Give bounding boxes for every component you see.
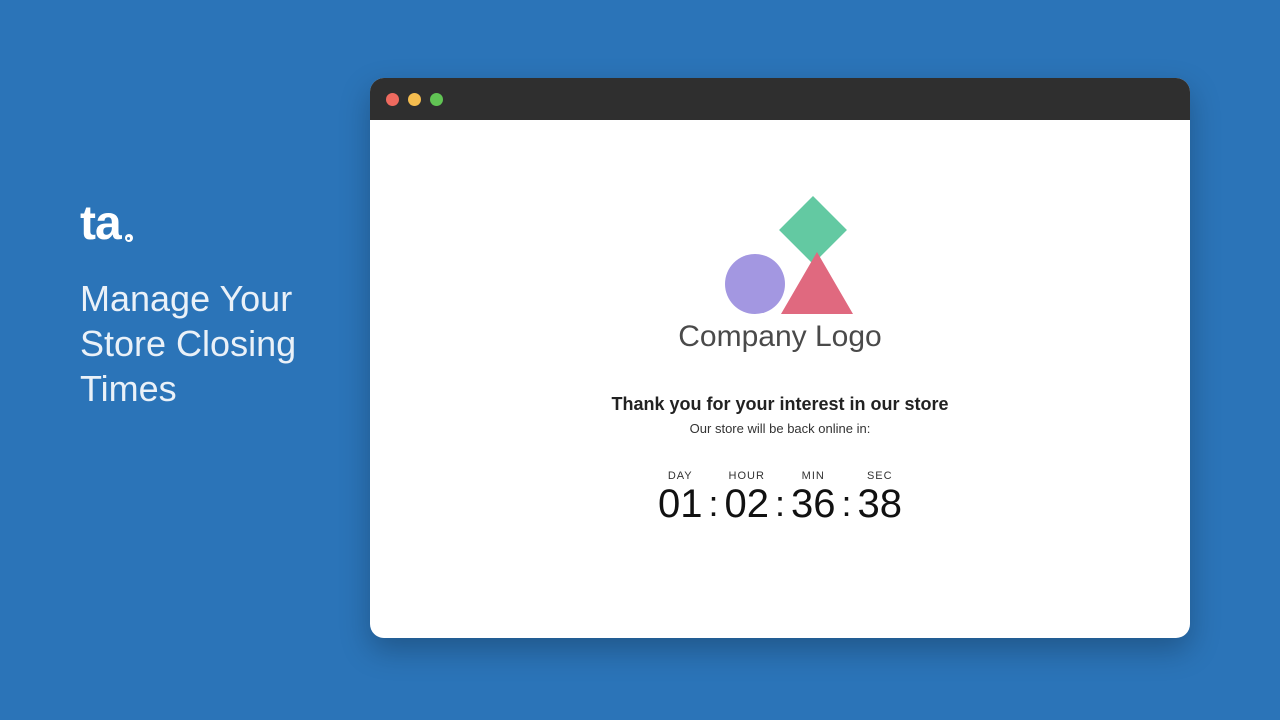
countdown-hour-label: HOUR <box>729 470 765 482</box>
window-minimize-icon[interactable] <box>408 93 421 106</box>
countdown-day: DAY 01 <box>658 470 703 524</box>
countdown-sec-label: SEC <box>867 470 893 482</box>
countdown-day-label: DAY <box>668 470 693 482</box>
subline-text: Our store will be back online in: <box>690 421 871 436</box>
logo-circle-icon <box>725 254 785 314</box>
countdown-timer: DAY 01 : HOUR 02 : MIN 36 : SEC 38 <box>658 470 902 524</box>
countdown-separator: : <box>842 486 852 524</box>
countdown-sec-value: 38 <box>858 484 903 524</box>
brand-text: ta <box>80 200 121 248</box>
browser-window: Company Logo Thank you for your interest… <box>370 78 1190 638</box>
brand-mark: ta <box>80 200 340 248</box>
window-titlebar <box>370 78 1190 120</box>
brand-dot-icon <box>125 234 133 242</box>
countdown-day-value: 01 <box>658 484 703 524</box>
tagline-text: Manage Your Store Closing Times <box>80 276 340 411</box>
countdown-min-label: MIN <box>802 470 825 482</box>
countdown-sec: SEC 38 <box>858 470 903 524</box>
page-content: Company Logo Thank you for your interest… <box>370 120 1190 638</box>
window-zoom-icon[interactable] <box>430 93 443 106</box>
headline-text: Thank you for your interest in our store <box>611 394 948 415</box>
countdown-separator: : <box>708 486 718 524</box>
countdown-min-value: 36 <box>791 484 836 524</box>
countdown-separator: : <box>775 486 785 524</box>
logo-text: Company Logo <box>678 320 881 354</box>
logo-shapes-icon <box>685 204 875 314</box>
logo-triangle-icon <box>781 252 853 314</box>
countdown-min: MIN 36 <box>791 470 836 524</box>
marketing-panel: ta Manage Your Store Closing Times <box>80 200 340 411</box>
company-logo: Company Logo <box>678 204 881 354</box>
window-close-icon[interactable] <box>386 93 399 106</box>
countdown-hour-value: 02 <box>724 484 769 524</box>
countdown-hour: HOUR 02 <box>724 470 769 524</box>
